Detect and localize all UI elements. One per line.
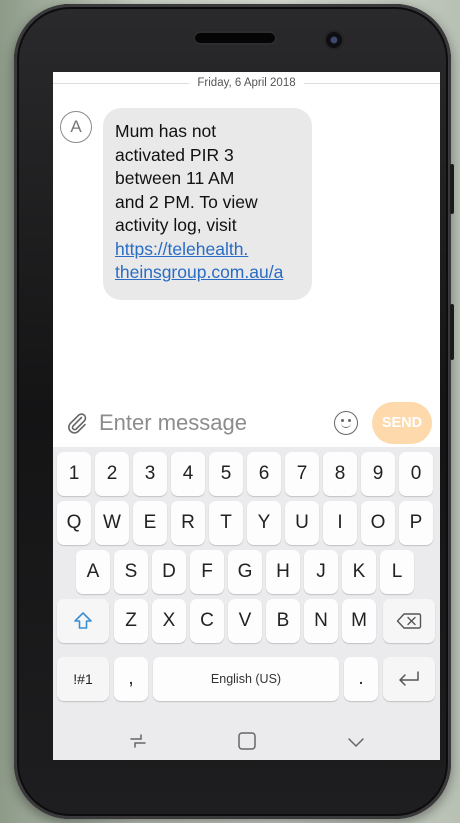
key-f[interactable]: F bbox=[190, 550, 224, 594]
phone-frame: Friday, 6 April 2018 A Mum has not activ… bbox=[14, 4, 454, 819]
key-k[interactable]: K bbox=[342, 550, 376, 594]
space-key[interactable]: English (US) bbox=[153, 657, 339, 701]
earpiece-speaker bbox=[193, 31, 277, 45]
power-button bbox=[450, 304, 454, 360]
key-w[interactable]: W bbox=[95, 501, 129, 545]
symbols-key[interactable]: !#1 bbox=[57, 657, 109, 701]
volume-button bbox=[450, 164, 454, 214]
key-i[interactable]: I bbox=[323, 501, 357, 545]
smiley-icon[interactable] bbox=[334, 411, 358, 435]
key-n[interactable]: N bbox=[304, 599, 338, 643]
key-b[interactable]: B bbox=[266, 599, 300, 643]
message-line: Mum has not bbox=[115, 121, 217, 141]
key-t[interactable]: T bbox=[209, 501, 243, 545]
key-j[interactable]: J bbox=[304, 550, 338, 594]
key-z[interactable]: Z bbox=[114, 599, 148, 643]
key-5[interactable]: 5 bbox=[209, 452, 243, 496]
key-3[interactable]: 3 bbox=[133, 452, 167, 496]
avatar-initial: A bbox=[70, 117, 82, 136]
key-q[interactable]: Q bbox=[57, 501, 91, 545]
activity-log-link[interactable]: theinsgroup.com.au/a bbox=[115, 261, 302, 285]
key-g[interactable]: G bbox=[228, 550, 262, 594]
keyboard: 1 2 3 4 5 6 7 8 9 0 Q W E R T Y U I O P … bbox=[53, 447, 440, 760]
key-a[interactable]: A bbox=[76, 550, 110, 594]
message-line: and 2 PM. To view bbox=[115, 191, 258, 212]
recent-apps-icon[interactable] bbox=[127, 731, 149, 751]
key-9[interactable]: 9 bbox=[361, 452, 395, 496]
period-key[interactable]: . bbox=[344, 657, 378, 701]
key-7[interactable]: 7 bbox=[285, 452, 319, 496]
key-4[interactable]: 4 bbox=[171, 452, 205, 496]
message-line: activity log, visit bbox=[115, 215, 237, 235]
key-r[interactable]: R bbox=[171, 501, 205, 545]
navigation-bar bbox=[53, 722, 440, 760]
key-2[interactable]: 2 bbox=[95, 452, 129, 496]
key-p[interactable]: P bbox=[399, 501, 433, 545]
key-u[interactable]: U bbox=[285, 501, 319, 545]
composer-bar: SEND bbox=[53, 399, 440, 447]
key-m[interactable]: M bbox=[342, 599, 376, 643]
back-icon[interactable] bbox=[345, 731, 367, 751]
proximity-sensor bbox=[129, 35, 137, 43]
key-6[interactable]: 6 bbox=[247, 452, 281, 496]
key-s[interactable]: S bbox=[114, 550, 148, 594]
key-0[interactable]: 0 bbox=[399, 452, 433, 496]
message-bubble[interactable]: Mum has not activated PIR 3 between 11 A… bbox=[103, 108, 312, 300]
backspace-key[interactable] bbox=[383, 599, 435, 643]
date-separator: Friday, 6 April 2018 bbox=[53, 72, 440, 94]
activity-log-link[interactable]: https://telehealth. bbox=[115, 238, 302, 262]
paperclip-icon[interactable] bbox=[65, 411, 89, 435]
key-y[interactable]: Y bbox=[247, 501, 281, 545]
shift-arrow-icon bbox=[74, 612, 92, 629]
key-e[interactable]: E bbox=[133, 501, 167, 545]
key-1[interactable]: 1 bbox=[57, 452, 91, 496]
message-line: activated PIR 3 bbox=[115, 144, 234, 165]
comma-key[interactable]: , bbox=[114, 657, 148, 701]
enter-icon bbox=[399, 671, 419, 686]
message-input[interactable] bbox=[99, 408, 319, 438]
key-l[interactable]: L bbox=[380, 550, 414, 594]
key-x[interactable]: X bbox=[152, 599, 186, 643]
message-line: between 11 AM bbox=[115, 168, 235, 188]
key-c[interactable]: C bbox=[190, 599, 224, 643]
home-icon[interactable] bbox=[236, 731, 258, 751]
key-d[interactable]: D bbox=[152, 550, 186, 594]
backspace-icon bbox=[396, 613, 422, 629]
send-button[interactable]: SEND bbox=[372, 402, 432, 444]
key-o[interactable]: O bbox=[361, 501, 395, 545]
key-h[interactable]: H bbox=[266, 550, 300, 594]
front-camera bbox=[326, 32, 342, 48]
date-text: Friday, 6 April 2018 bbox=[197, 77, 296, 89]
screen: Friday, 6 April 2018 A Mum has not activ… bbox=[53, 72, 440, 760]
enter-key[interactable] bbox=[383, 657, 435, 701]
sender-avatar[interactable]: A bbox=[60, 111, 92, 143]
key-8[interactable]: 8 bbox=[323, 452, 357, 496]
shift-key[interactable] bbox=[57, 599, 109, 643]
key-v[interactable]: V bbox=[228, 599, 262, 643]
